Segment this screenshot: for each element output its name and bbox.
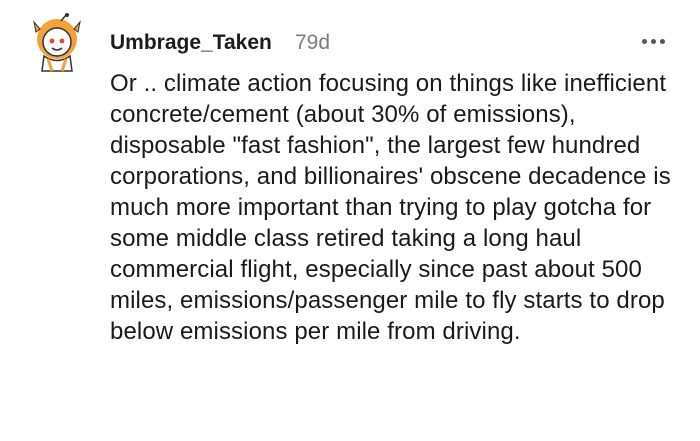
snoo-avatar-icon <box>33 13 81 72</box>
avatar[interactable] <box>30 13 84 73</box>
dot <box>651 39 656 44</box>
dot <box>642 39 647 44</box>
comment-body: Or .. climate action focusing on things … <box>110 70 671 345</box>
comment-author[interactable]: Umbrage_Taken <box>110 30 272 56</box>
comment: Umbrage_Taken 79d Or .. climate action f… <box>0 0 700 441</box>
dot <box>660 39 665 44</box>
more-options-icon[interactable] <box>640 28 670 56</box>
comment-timestamp: 79d <box>295 31 331 54</box>
